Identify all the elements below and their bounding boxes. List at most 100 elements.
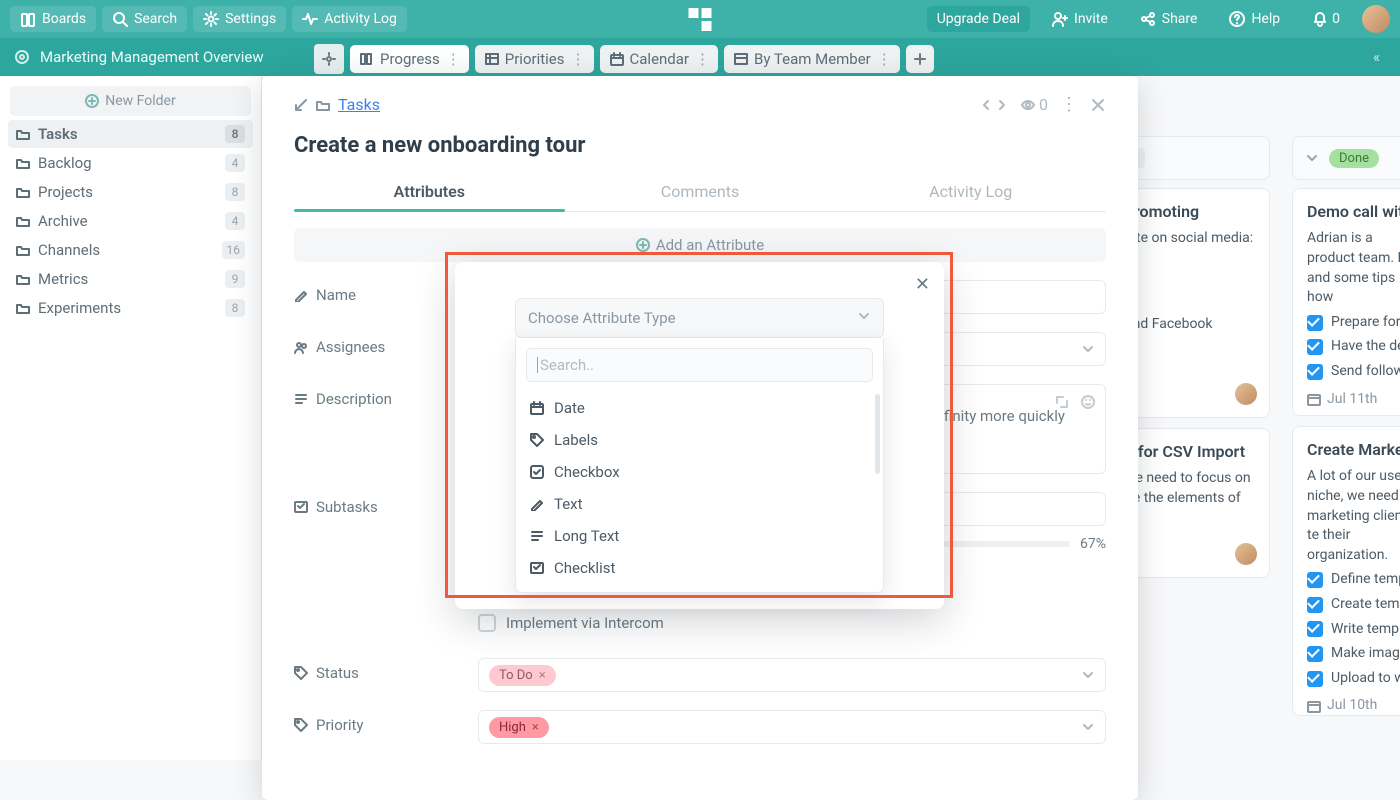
- close-icon[interactable]: ✕: [915, 274, 930, 295]
- views-counter: 0: [1021, 95, 1048, 114]
- priority-pill: High: [1307, 415, 1354, 416]
- folder-archive[interactable]: Archive 4: [8, 207, 253, 235]
- breadcrumb-link[interactable]: Tasks: [338, 95, 380, 114]
- folder-channels[interactable]: Channels 16: [8, 236, 253, 264]
- chevron-right-icon[interactable]: [995, 98, 1009, 112]
- chevron-down-icon: [1081, 720, 1095, 734]
- tab-attributes[interactable]: Attributes: [294, 172, 565, 211]
- folder-backlog[interactable]: Backlog 4: [8, 149, 253, 177]
- subtask-item[interactable]: Implement via Intercom: [478, 614, 1106, 632]
- target-icon[interactable]: [14, 49, 30, 65]
- folder-count: 8: [225, 183, 245, 201]
- folder-label: Channels: [38, 241, 100, 259]
- attr-label-text: Name: [316, 286, 356, 304]
- folder-count: 8: [225, 125, 245, 143]
- checkbox-icon: [1307, 339, 1323, 355]
- attr-label-text: Status: [316, 664, 359, 682]
- pencil-icon: [294, 288, 308, 302]
- search-placeholder: Search..: [540, 356, 594, 374]
- checkbox-icon: [1307, 597, 1323, 613]
- folder-icon: [16, 156, 30, 170]
- kebab-icon[interactable]: ⋮: [877, 50, 890, 68]
- text-icon: [294, 392, 308, 406]
- chevron-left-icon[interactable]: [979, 98, 993, 112]
- view-tab-priorities[interactable]: Priorities ⋮: [475, 45, 594, 73]
- add-view-button[interactable]: [906, 45, 934, 73]
- checkbox[interactable]: [478, 614, 496, 632]
- option-label: Long Text: [554, 527, 619, 545]
- collapse-sidebar-icon[interactable]: «: [1373, 48, 1380, 66]
- close-icon[interactable]: [1090, 97, 1106, 113]
- kebab-icon[interactable]: ⋮: [571, 50, 584, 68]
- folder-tasks[interactable]: Tasks 8: [8, 120, 253, 148]
- option-date[interactable]: Date: [516, 392, 883, 424]
- assignee-avatar: [1235, 543, 1257, 565]
- share-label: Share: [1162, 11, 1198, 27]
- collapse-icon[interactable]: [294, 98, 308, 112]
- checkbox-icon: [1307, 364, 1323, 380]
- attr-label-text: Priority: [316, 716, 363, 734]
- pulse-icon: [302, 11, 318, 27]
- user-avatar[interactable]: [1362, 5, 1390, 33]
- view-tab-team[interactable]: By Team Member ⋮: [724, 45, 900, 73]
- attribute-type-select[interactable]: Choose Attribute Type: [515, 298, 884, 338]
- more-icon[interactable]: ⋮: [1060, 94, 1078, 115]
- status-select[interactable]: To Do×: [478, 658, 1106, 692]
- card-demo[interactable]: Demo call with a Adrian is a product tea…: [1292, 188, 1400, 416]
- table-icon: [734, 52, 748, 66]
- boards-button[interactable]: Boards: [10, 6, 96, 32]
- kebab-icon[interactable]: ⋮: [446, 50, 459, 68]
- column-header-done[interactable]: Done: [1292, 136, 1400, 180]
- add-attribute-button[interactable]: Add an Attribute: [294, 228, 1106, 262]
- remove-tag-icon[interactable]: ×: [539, 668, 546, 683]
- invite-label: Invite: [1074, 11, 1108, 27]
- option-long-text[interactable]: Long Text: [516, 520, 883, 552]
- nav-arrows[interactable]: [979, 98, 1009, 112]
- option-text[interactable]: Text: [516, 488, 883, 520]
- emoji-icon[interactable]: [1081, 395, 1095, 409]
- upgrade-button[interactable]: Upgrade Deal: [927, 6, 1030, 32]
- priority-select[interactable]: High×: [478, 710, 1106, 744]
- tag-icon: [294, 666, 308, 680]
- remove-tag-icon[interactable]: ×: [532, 720, 539, 735]
- workspace-title[interactable]: Marketing Management Overview: [40, 48, 264, 66]
- folder-metrics[interactable]: Metrics 9: [8, 265, 253, 293]
- view-tab-calendar[interactable]: Calendar ⋮: [600, 45, 719, 73]
- chevron-down-icon[interactable]: [1305, 151, 1319, 165]
- settings-button[interactable]: Settings: [193, 6, 286, 32]
- folder-icon: [316, 98, 330, 112]
- view-tab-progress[interactable]: Progress ⋮: [350, 45, 469, 73]
- card-text: we need to focus on: [1125, 469, 1255, 489]
- dropdown-scrollbar[interactable]: [875, 394, 880, 474]
- option-checklist[interactable]: Checklist: [516, 552, 883, 584]
- search-button[interactable]: Search: [102, 6, 187, 32]
- view-settings-button[interactable]: [314, 44, 344, 74]
- pencil-icon: [530, 497, 544, 511]
- folder-count: 8: [225, 299, 245, 317]
- option-label: Labels: [554, 431, 598, 449]
- notif-count: 0: [1332, 11, 1340, 27]
- option-label: Text: [554, 495, 583, 513]
- checkbox-icon: [1307, 572, 1323, 588]
- folder-experiments[interactable]: Experiments 8: [8, 294, 253, 322]
- new-folder-button[interactable]: New Folder: [10, 86, 251, 116]
- invite-button[interactable]: Invite: [1042, 6, 1118, 32]
- attribute-search-input[interactable]: Search..: [526, 348, 873, 382]
- tab-activity[interactable]: Activity Log: [835, 172, 1106, 211]
- option-checkbox[interactable]: Checkbox: [516, 456, 883, 488]
- kebab-icon[interactable]: ⋮: [695, 50, 708, 68]
- help-button[interactable]: Help: [1219, 6, 1290, 32]
- share-button[interactable]: Share: [1130, 6, 1208, 32]
- app-logo: [689, 8, 712, 31]
- folder-icon: [16, 127, 30, 141]
- chevron-down-icon: [1081, 668, 1095, 682]
- folder-count: 9: [225, 270, 245, 288]
- notifications-button[interactable]: 0: [1302, 6, 1350, 32]
- tab-comments[interactable]: Comments: [565, 172, 836, 211]
- task-title[interactable]: Create a new onboarding tour: [294, 133, 1106, 158]
- option-labels[interactable]: Labels: [516, 424, 883, 456]
- gear-icon: [203, 11, 219, 27]
- activity-log-button[interactable]: Activity Log: [292, 6, 407, 32]
- card-marketing[interactable]: Create Marketin A lot of our users niche…: [1292, 426, 1400, 716]
- folder-projects[interactable]: Projects 8: [8, 178, 253, 206]
